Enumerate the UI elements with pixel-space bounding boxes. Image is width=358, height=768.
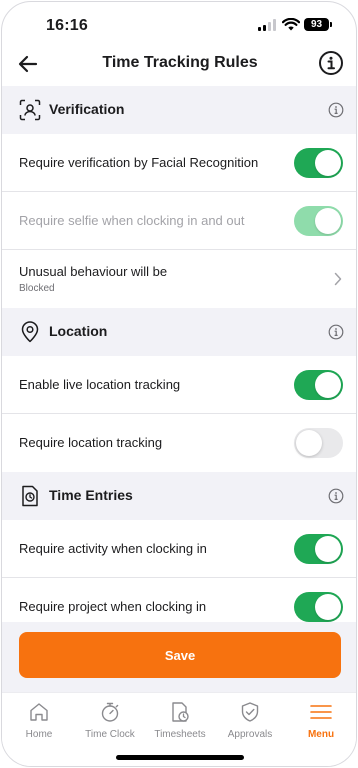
require-activity-toggle[interactable] (294, 534, 343, 564)
row-selfie: Require selfie when clocking in and out (2, 192, 356, 250)
tab-timesheets[interactable]: Timesheets (145, 701, 215, 741)
row-label: Require activity when clocking in (19, 541, 207, 556)
stopwatch-icon (101, 702, 119, 722)
info-icon[interactable] (318, 50, 344, 76)
toggle-knob (315, 372, 341, 398)
toggle-knob (315, 150, 341, 176)
tab-label: Time Clock (85, 729, 135, 740)
tab-label: Home (25, 729, 53, 740)
tab-menu[interactable]: Menu (286, 701, 356, 741)
row-unusual-behaviour[interactable]: Unusual behaviour will be Blocked (2, 250, 356, 308)
info-icon[interactable] (328, 488, 344, 504)
section-header-time-entries: Time Entries (2, 472, 356, 520)
section-header-verification: Verification (2, 86, 356, 134)
page-title: Time Tracking Rules (102, 54, 258, 71)
toggle-knob (315, 536, 341, 562)
location-pin-icon (21, 321, 39, 343)
wifi-icon (282, 18, 300, 31)
face-scan-icon (19, 99, 41, 121)
toggle-knob (315, 594, 341, 620)
tab-time-clock[interactable]: Time Clock (75, 701, 145, 741)
shield-check-icon (241, 702, 259, 722)
tab-home[interactable]: Home (4, 701, 74, 741)
home-indicator (116, 755, 244, 760)
row-require-location: Require location tracking (2, 414, 356, 472)
section-title-verification: Verification (49, 101, 125, 117)
row-label: Require selfie when clocking in and out (19, 213, 245, 228)
chevron-right-icon (334, 272, 342, 286)
toggle-knob (296, 430, 322, 456)
save-button[interactable]: Save (19, 632, 341, 678)
row-label: Unusual behaviour will be (19, 264, 168, 279)
tab-label: Menu (307, 729, 335, 740)
home-icon (30, 703, 48, 721)
cellular-signal-icon (258, 19, 276, 31)
status-time: 16:16 (46, 17, 88, 34)
row-require-activity: Require activity when clocking in (2, 520, 356, 578)
require-project-toggle[interactable] (294, 592, 343, 622)
tab-approvals[interactable]: Approvals (215, 701, 285, 741)
clock-document-icon (22, 485, 38, 507)
tab-label: Approvals (227, 729, 273, 740)
save-area: Save (2, 622, 356, 692)
selfie-toggle[interactable] (294, 206, 343, 236)
row-label: Enable live location tracking (19, 377, 181, 392)
row-label: Require location tracking (19, 435, 163, 450)
nav-header: Time Tracking Rules (2, 42, 356, 86)
row-label: Require verification by Facial Recogniti… (19, 155, 259, 170)
info-icon[interactable] (328, 324, 344, 340)
timesheet-icon (172, 702, 189, 722)
live-location-toggle[interactable] (294, 370, 343, 400)
row-value: Blocked (19, 283, 55, 294)
section-title-location: Location (49, 323, 108, 339)
info-icon[interactable] (328, 102, 344, 118)
section-title-time-entries: Time Entries (49, 487, 133, 503)
rules-list: Verification Require verification by Fac… (2, 86, 356, 636)
row-label: Require project when clocking in (19, 599, 207, 614)
menu-icon (310, 705, 332, 719)
require-location-toggle[interactable] (294, 428, 343, 458)
row-live-location: Enable live location tracking (2, 356, 356, 414)
phone-screen: 16:16 93 Time Tracking Rules Verificatio… (1, 1, 357, 767)
tab-label: Timesheets (154, 729, 206, 740)
section-header-location: Location (2, 308, 356, 356)
toggle-knob (315, 208, 341, 234)
facial-recognition-toggle[interactable] (294, 148, 343, 178)
row-facial-recognition: Require verification by Facial Recogniti… (2, 134, 356, 192)
battery-icon: 93 (304, 18, 332, 31)
